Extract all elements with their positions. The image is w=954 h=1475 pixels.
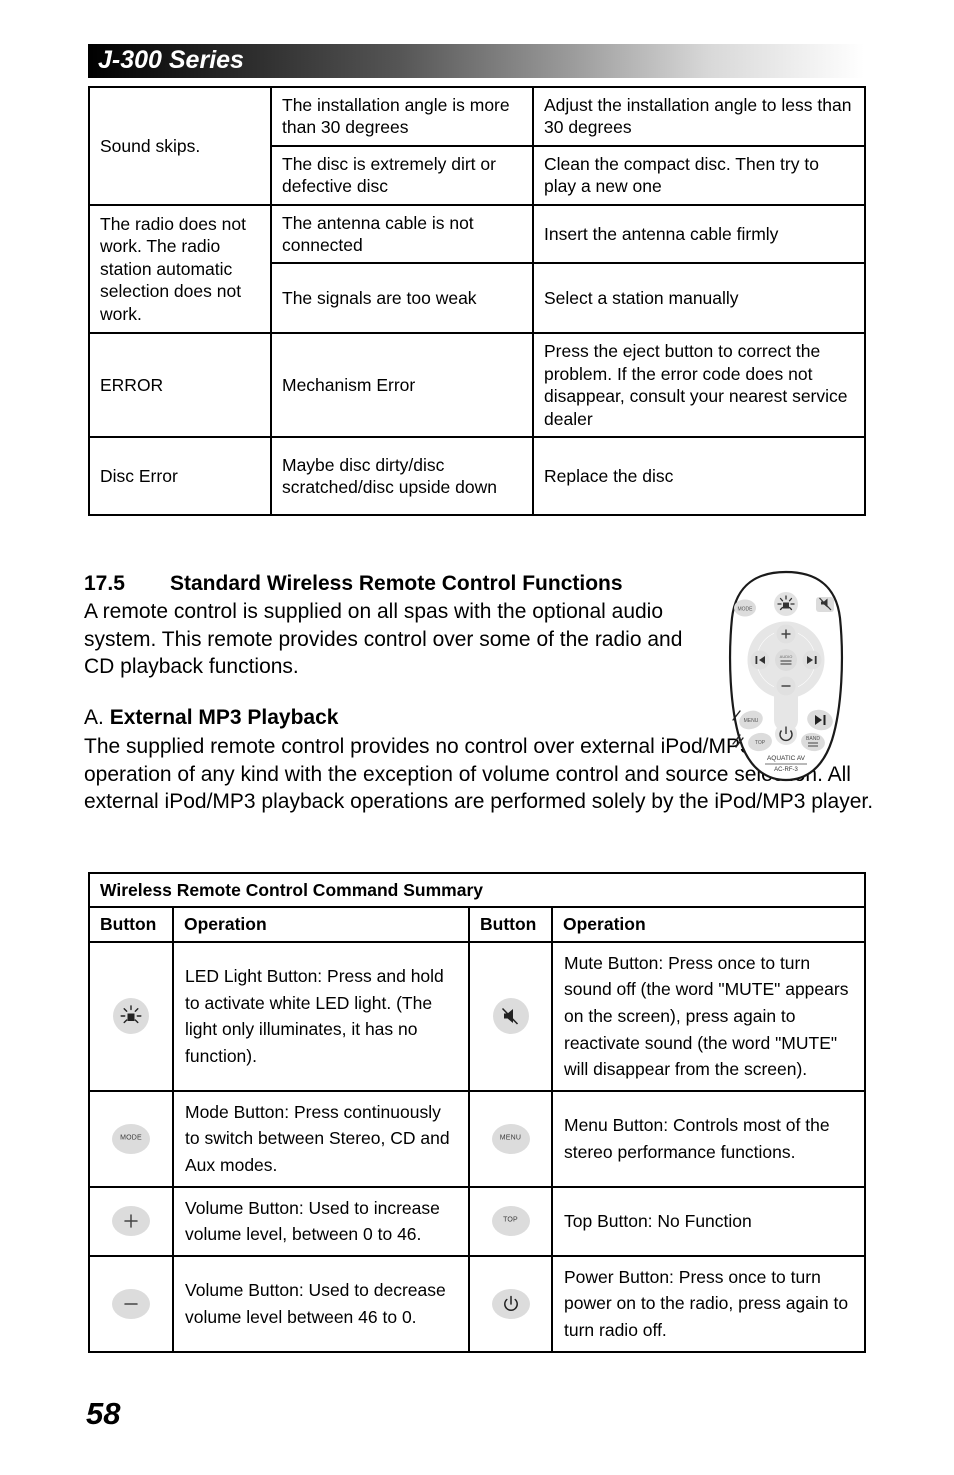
remedy-cell: Clean the compact disc. Then try to play… (532, 144, 866, 206)
table-row: MODE Mode Button: Press continuously to … (88, 1089, 867, 1188)
command-summary-title: Wireless Remote Control Command Summary (87, 871, 867, 909)
cause-cell: Mechanism Error (270, 332, 534, 438)
column-header-button-right: Button (468, 906, 553, 943)
operation-cell-mute: Mute Button: Press once to turn sound of… (550, 940, 867, 1092)
cause-cell: Maybe disc dirty/disc scratched/disc ups… (270, 435, 534, 516)
page-title: J-300 Series (98, 45, 244, 74)
section-paragraph: A remote control is supplied on all spas… (84, 600, 683, 679)
remote-brand-label: AQUATIC AV (767, 755, 806, 762)
mute-icon (492, 998, 529, 1035)
button-cell-mode: MODE (88, 1089, 174, 1188)
svg-text:BAND: BAND (806, 736, 820, 742)
column-header-operation-left: Operation (172, 906, 470, 943)
symptom-cell: Disc Error (88, 435, 272, 516)
remedy-cell: Replace the disc (532, 435, 866, 516)
volume-down-icon (112, 1288, 150, 1319)
mode-button-icon: MODE (112, 1123, 150, 1154)
table-row: LED Light Button: Press and hold to acti… (88, 940, 867, 1092)
table-row: ERROR Mechanism Error Press the eject bu… (88, 332, 866, 438)
led-light-icon (113, 998, 149, 1035)
button-cell-power (468, 1254, 553, 1353)
table-row: Volume Button: Used to increase volume l… (88, 1185, 867, 1257)
symptom-cell: ERROR (88, 332, 272, 438)
top-button-label: TOP (503, 1216, 518, 1224)
column-header-button-left: Button (88, 906, 174, 943)
menu-button-label: MENU (499, 1134, 522, 1142)
page-number: 58 (86, 1396, 121, 1431)
svg-text:MODE: MODE (738, 607, 754, 613)
remote-control-figure: MODE AUDIO MENU TOP BAND AQUATIC AV AC-R… (718, 568, 854, 784)
svg-text:AUDIO: AUDIO (780, 654, 793, 659)
table-row: The radio does not work. The radio stati… (88, 203, 866, 335)
subsection-title: External MP3 Playback (109, 706, 339, 729)
subsection-label: A. (84, 706, 104, 729)
cause-cell: The disc is extremely dirt or defective … (270, 144, 534, 206)
cause-cell: The antenna cable is not connected (270, 203, 534, 265)
button-cell-led-light (88, 940, 174, 1092)
svg-text:TOP: TOP (755, 740, 766, 746)
mode-button-label: MODE (120, 1134, 142, 1142)
top-button-icon: TOP (491, 1206, 530, 1237)
menu-button-icon: MENU (491, 1123, 530, 1154)
column-header-operation-right: Operation (550, 906, 867, 943)
operation-cell-mode: Mode Button: Press continuously to switc… (172, 1089, 470, 1188)
remote-model-label: AC-RF-3 (774, 767, 798, 773)
troubleshooting-table: Sound skips. The installation angle is m… (88, 86, 866, 516)
table-row: Sound skips. The installation angle is m… (88, 86, 866, 206)
button-cell-volume-down (88, 1254, 174, 1353)
symptom-cell: Sound skips. (88, 86, 272, 206)
remedy-cell: Select a station manually (532, 262, 866, 335)
remote-control-illustration: MODE AUDIO MENU TOP BAND AQUATIC AV AC-R… (728, 570, 844, 782)
remedy-cell: Adjust the installation angle to less th… (532, 86, 866, 147)
section-17-5: 17.5 Standard Wireless Remote Control Fun… (84, 572, 704, 681)
page-header-band: J-300 Series (88, 44, 864, 78)
operation-cell-volume-up: Volume Button: Used to increase volume l… (172, 1185, 470, 1257)
cause-cell: The signals are too weak (270, 262, 534, 335)
svg-text:MENU: MENU (744, 718, 759, 724)
table-row: Disc Error Maybe disc dirty/disc scratch… (88, 435, 866, 516)
command-summary-table: Wireless Remote Control Command Summary … (87, 871, 867, 1353)
button-cell-mute (468, 940, 553, 1092)
table-row: Volume Button: Used to decrease volume l… (88, 1254, 867, 1353)
remedy-cell: Insert the antenna cable firmly (532, 203, 866, 265)
operation-cell-power: Power Button: Press once to turn power o… (550, 1254, 867, 1353)
cause-cell: The installation angle is more than 30 d… (270, 86, 534, 147)
operation-cell-menu: Menu Button: Controls most of the stereo… (550, 1089, 867, 1188)
section-heading: 17.5 Standard Wireless Remote Control Fun… (84, 572, 704, 596)
power-icon (491, 1288, 530, 1319)
volume-up-icon (112, 1206, 150, 1237)
table-header-row: Button Operation Button Operation (88, 906, 867, 943)
remedy-cell: Press the eject button to correct the pr… (532, 332, 866, 438)
button-cell-menu: MENU (468, 1089, 553, 1188)
section-title: Standard Wireless Remote Control Functio… (170, 572, 623, 595)
button-cell-volume-up (88, 1185, 174, 1257)
operation-cell-top: Top Button: No Function (550, 1185, 867, 1257)
symptom-cell: The radio does not work. The radio stati… (88, 203, 272, 335)
operation-cell-led-light: LED Light Button: Press and hold to acti… (172, 940, 470, 1092)
section-number: 17.5 (84, 572, 125, 595)
table-title-row: Wireless Remote Control Command Summary (87, 871, 867, 909)
button-cell-top: TOP (468, 1185, 553, 1257)
operation-cell-volume-down: Volume Button: Used to decrease volume l… (172, 1254, 470, 1353)
